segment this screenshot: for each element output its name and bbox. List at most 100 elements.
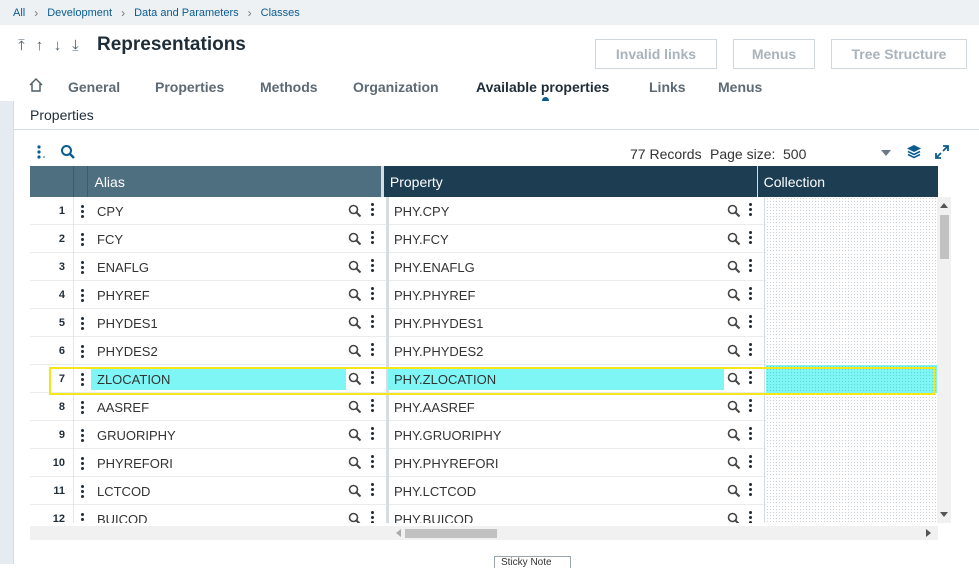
property-cell[interactable]: PHY.LCTCOD xyxy=(388,480,724,502)
property-lookup-icon[interactable] xyxy=(727,512,741,523)
home-icon[interactable] xyxy=(28,77,44,93)
property-cell[interactable]: PHY.GRUORIPHY xyxy=(388,424,724,446)
collection-cell[interactable] xyxy=(766,421,938,449)
expand-icon[interactable] xyxy=(934,144,950,160)
tab-available-properties[interactable]: Available properties xyxy=(476,79,609,95)
property-lookup-icon[interactable] xyxy=(727,260,741,279)
scroll-up-icon[interactable] xyxy=(940,203,948,208)
property-lookup-icon[interactable] xyxy=(727,288,741,307)
property-cell[interactable]: PHY.AASREF xyxy=(388,396,724,418)
layers-icon[interactable] xyxy=(906,144,922,160)
property-lookup-icon[interactable] xyxy=(727,484,741,503)
alias-lookup-icon[interactable] xyxy=(348,428,362,447)
vertical-scroll-thumb[interactable] xyxy=(940,215,949,259)
collection-cell[interactable] xyxy=(766,281,938,309)
property-actions-icon[interactable] xyxy=(749,371,753,386)
row-menu-icon[interactable] xyxy=(81,485,85,500)
collection-cell[interactable] xyxy=(766,505,938,523)
row-menu-icon[interactable] xyxy=(81,205,85,220)
alias-lookup-icon[interactable] xyxy=(348,344,362,363)
collection-cell[interactable] xyxy=(766,393,938,421)
alias-actions-icon[interactable] xyxy=(371,483,375,498)
collection-cell[interactable] xyxy=(766,197,938,225)
alias-actions-icon[interactable] xyxy=(371,315,375,330)
property-cell[interactable]: PHY.ENAFLG xyxy=(388,256,724,278)
tab-properties[interactable]: Properties xyxy=(155,79,224,95)
property-cell[interactable]: PHY.PHYDES2 xyxy=(388,340,724,362)
menus-button[interactable]: Menus xyxy=(733,39,815,69)
previous-record-icon[interactable]: ↑ xyxy=(32,37,47,55)
collection-cell[interactable] xyxy=(766,449,938,477)
tab-general[interactable]: General xyxy=(68,79,120,95)
row-menu-icon[interactable] xyxy=(81,373,85,388)
row-menu-icon[interactable] xyxy=(81,317,85,332)
breadcrumb-data-and-parameters[interactable]: Data and Parameters xyxy=(134,7,239,19)
row-menu-icon[interactable] xyxy=(81,345,85,360)
property-actions-icon[interactable] xyxy=(749,343,753,358)
tree-structure-button[interactable]: Tree Structure xyxy=(831,39,967,69)
collection-cell[interactable] xyxy=(766,225,938,253)
alias-cell[interactable]: GRUORIPHY xyxy=(91,424,346,446)
chevron-down-icon[interactable] xyxy=(881,150,891,156)
alias-cell[interactable]: ENAFLG xyxy=(91,256,346,278)
property-actions-icon[interactable] xyxy=(749,399,753,414)
column-header-property[interactable]: Property xyxy=(383,166,758,197)
invalid-links-button[interactable]: Invalid links xyxy=(595,39,717,69)
alias-actions-icon[interactable] xyxy=(371,287,375,302)
property-actions-icon[interactable] xyxy=(749,203,753,218)
property-actions-icon[interactable] xyxy=(749,455,753,470)
tab-methods[interactable]: Methods xyxy=(260,79,318,95)
column-header-collection[interactable]: Collection xyxy=(757,166,927,197)
property-actions-icon[interactable] xyxy=(749,287,753,302)
table-row[interactable]: 3 ENAFLG PHY.ENAFLG xyxy=(30,253,938,281)
search-icon[interactable] xyxy=(60,144,76,160)
horizontal-scroll-thumb[interactable] xyxy=(405,529,497,538)
tab-links[interactable]: Links xyxy=(649,79,686,95)
property-actions-icon[interactable] xyxy=(749,259,753,274)
table-row[interactable]: 6 PHYDES2 PHY.PHYDES2 xyxy=(30,337,938,365)
row-menu-icon[interactable] xyxy=(81,289,85,304)
alias-lookup-icon[interactable] xyxy=(348,512,362,523)
property-lookup-icon[interactable] xyxy=(727,372,741,391)
breadcrumb-classes[interactable]: Classes xyxy=(261,7,300,19)
scroll-left-icon[interactable] xyxy=(396,529,401,537)
row-menu-icon[interactable] xyxy=(81,233,85,248)
last-record-icon[interactable]: ⤓ xyxy=(68,37,83,55)
collection-cell[interactable] xyxy=(766,477,938,505)
property-lookup-icon[interactable] xyxy=(727,456,741,475)
property-actions-icon[interactable] xyxy=(749,511,753,523)
alias-lookup-icon[interactable] xyxy=(348,316,362,335)
collection-cell[interactable] xyxy=(766,253,938,281)
property-cell[interactable]: PHY.ZLOCATION xyxy=(388,368,724,390)
alias-cell[interactable]: PHYREFORI xyxy=(91,452,346,474)
property-cell[interactable]: PHY.PHYREFORI xyxy=(388,452,724,474)
alias-lookup-icon[interactable] xyxy=(348,288,362,307)
alias-cell[interactable]: PHYDES1 xyxy=(91,312,346,334)
alias-actions-icon[interactable] xyxy=(371,455,375,470)
alias-actions-icon[interactable] xyxy=(371,427,375,442)
sticky-note-tab[interactable]: Sticky Note xyxy=(494,556,571,568)
property-actions-icon[interactable] xyxy=(749,427,753,442)
alias-actions-icon[interactable] xyxy=(371,343,375,358)
scroll-down-icon[interactable] xyxy=(940,512,948,517)
alias-actions-icon[interactable] xyxy=(371,399,375,414)
alias-cell[interactable]: ZLOCATION xyxy=(91,368,346,390)
alias-actions-icon[interactable] xyxy=(371,371,375,386)
table-row[interactable]: 7 ZLOCATION PHY.ZLOCATION xyxy=(30,365,938,393)
vertical-scrollbar[interactable] xyxy=(937,197,951,523)
page-size-select[interactable]: 500 xyxy=(783,146,806,162)
table-row[interactable]: 5 PHYDES1 PHY.PHYDES1 xyxy=(30,309,938,337)
next-record-icon[interactable]: ↓ xyxy=(50,37,65,55)
first-record-icon[interactable]: ⤒ xyxy=(14,37,29,55)
property-cell[interactable]: PHY.PHYREF xyxy=(388,284,724,306)
horizontal-scrollbar[interactable] xyxy=(30,526,938,540)
table-row[interactable]: 4 PHYREF PHY.PHYREF xyxy=(30,281,938,309)
alias-lookup-icon[interactable] xyxy=(348,232,362,251)
alias-lookup-icon[interactable] xyxy=(348,260,362,279)
breadcrumb-development[interactable]: Development xyxy=(47,7,112,19)
alias-lookup-icon[interactable] xyxy=(348,372,362,391)
property-actions-icon[interactable] xyxy=(749,231,753,246)
property-cell[interactable]: PHY.FCY xyxy=(388,228,724,250)
table-row[interactable]: 12 BUICOD PHY.BUICOD xyxy=(30,505,938,523)
alias-actions-icon[interactable] xyxy=(371,511,375,523)
